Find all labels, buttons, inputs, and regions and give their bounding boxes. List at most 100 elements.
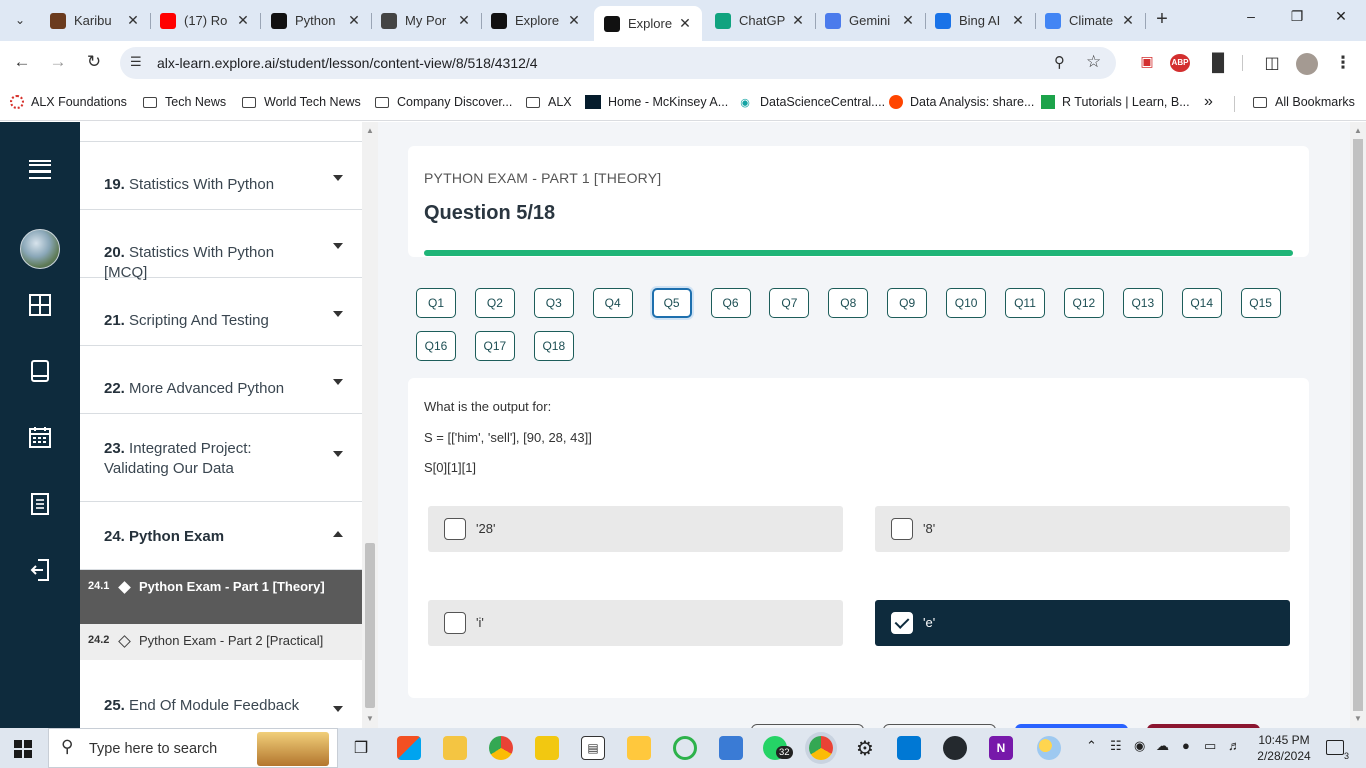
tab-close-icon[interactable]: ✕ (1119, 12, 1137, 29)
chevron-down-icon[interactable] (333, 379, 343, 385)
question-nav-q18[interactable]: Q18 (533, 331, 574, 361)
module-row-23[interactable]: 23. Integrated Project: Validating Our D… (80, 414, 362, 502)
chevron-down-icon[interactable] (333, 243, 343, 249)
tab-close-icon[interactable]: ✕ (565, 12, 583, 29)
answer-option-3[interactable]: 'i' (428, 600, 843, 646)
vscode-icon[interactable] (897, 736, 921, 760)
tab-close-icon[interactable]: ✕ (676, 15, 694, 32)
module-list-scrollbar[interactable]: ▲ ▼ (362, 122, 378, 728)
question-nav-q13[interactable]: Q13 (1122, 288, 1163, 318)
camera-icon[interactable]: ◉ (1134, 738, 1145, 754)
chevron-down-icon[interactable] (333, 451, 343, 457)
scroll-down-arrow-icon[interactable]: ▼ (366, 714, 374, 723)
microphone-icon[interactable]: ● (1182, 738, 1190, 753)
photos-app-icon[interactable] (719, 736, 743, 760)
bookmark-data-analysis-share[interactable]: Data Analysis: share... (889, 93, 1034, 111)
tray-chevron-up-icon[interactable]: ⌃ (1086, 738, 1097, 754)
adblock-extension-icon[interactable]: ABP (1170, 54, 1190, 72)
url-text[interactable]: alx-learn.explore.ai/student/lesson/cont… (157, 55, 538, 71)
question-nav-q9[interactable]: Q9 (887, 288, 928, 318)
reader-app-icon[interactable]: ▤ (581, 736, 605, 760)
question-nav-q17[interactable]: Q17 (474, 331, 515, 361)
bookmark-alx[interactable]: ALX (525, 93, 572, 111)
tab-python[interactable]: Python ✕ (261, 6, 372, 35)
user-avatar[interactable] (20, 229, 60, 269)
file-explorer-icon[interactable] (443, 736, 467, 760)
question-nav-q6[interactable]: Q6 (710, 288, 751, 318)
page-scroll-down-icon[interactable]: ▼ (1354, 714, 1362, 723)
restore-icon[interactable]: ❐ (1282, 8, 1312, 25)
page-scrollbar[interactable]: ▲ ▼ (1350, 122, 1366, 728)
checkbox-icon[interactable] (444, 518, 466, 540)
power-bi-icon[interactable] (535, 736, 559, 760)
minimize-icon[interactable]: – (1236, 8, 1266, 24)
question-nav-q14[interactable]: Q14 (1181, 288, 1222, 318)
tab-close-icon[interactable]: ✕ (899, 12, 917, 29)
network-icon[interactable]: ☷ (1110, 738, 1122, 754)
bookmark-tech-news[interactable]: Tech News (142, 93, 226, 111)
question-nav-q8[interactable]: Q8 (828, 288, 869, 318)
bookmark-home-mckinsey-a[interactable]: Home - McKinsey A... (585, 93, 728, 111)
forward-arrow-icon[interactable]: → (46, 52, 70, 74)
tab-gemini[interactable]: Gemini ✕ (815, 6, 926, 35)
microsoft-store-icon[interactable] (397, 736, 421, 760)
weather-icon[interactable] (1037, 736, 1061, 760)
bookmark-star-icon[interactable]: ☆ (1086, 52, 1101, 72)
question-nav-q1[interactable]: Q1 (416, 288, 456, 318)
chrome-icon[interactable] (489, 736, 513, 760)
question-nav-q4[interactable]: Q4 (592, 288, 633, 318)
chevron-down-icon[interactable] (333, 706, 343, 712)
onedrive-cloud-icon[interactable]: ☁ (1156, 738, 1169, 754)
lesson-row-24-1[interactable]: 24.1 Python Exam - Part 1 [Theory] (80, 570, 362, 624)
tab-chatgp[interactable]: ChatGP ✕ (705, 6, 816, 35)
module-row-20[interactable]: 20. Statistics With Python [MCQ] (80, 210, 362, 281)
volume-icon[interactable]: ♬ (1228, 738, 1241, 753)
new-tab-plus-icon[interactable]: + (1150, 8, 1174, 31)
page-scroll-up-icon[interactable]: ▲ (1354, 126, 1362, 135)
answer-option-2[interactable]: '8' (875, 506, 1290, 552)
module-row-25[interactable]: 25. End Of Module Feedback (80, 682, 362, 728)
tab-climate[interactable]: Climate ✕ (1035, 6, 1146, 35)
all-bookmarks-folder[interactable]: All Bookmarks (1252, 93, 1355, 111)
task-view-icon[interactable]: ❒ (349, 736, 373, 760)
bookmark-r-tutorials-learn-b[interactable]: R Tutorials | Learn, B... (1041, 93, 1190, 111)
tab-bing-ai[interactable]: Bing AI ✕ (925, 6, 1036, 35)
checkbox-icon[interactable] (891, 518, 913, 540)
bookmark-company-discover[interactable]: Company Discover... (374, 93, 512, 111)
github-desktop-icon[interactable] (943, 736, 967, 760)
hamburger-menu-icon[interactable] (25, 146, 55, 180)
dashboard-grid-icon[interactable] (25, 290, 55, 320)
scrollbar-thumb[interactable] (365, 543, 375, 708)
sync-app-icon[interactable] (673, 736, 697, 760)
bookmark-datasciencecentral[interactable]: ◉ DataScienceCentral.... (737, 93, 885, 111)
tab-close-icon[interactable]: ✕ (345, 12, 363, 29)
notifications-icon[interactable]: 3 (1326, 740, 1349, 761)
scroll-up-arrow-icon[interactable]: ▲ (366, 126, 374, 135)
files-app-icon[interactable] (627, 736, 651, 760)
record-extension-icon[interactable]: ▣ (1136, 53, 1158, 73)
tab-17-ro[interactable]: (17) Ro ✕ (150, 6, 261, 35)
bookmark-alx-foundations[interactable]: ALX Foundations (10, 93, 127, 111)
side-panel-icon[interactable]: ◫ (1261, 53, 1283, 73)
tab-close-icon[interactable]: ✕ (1009, 12, 1027, 29)
bookmarks-overflow-chevron-icon[interactable]: » (1204, 93, 1213, 111)
tab-explore[interactable]: Explore ✕ (594, 6, 702, 41)
tab-karibu[interactable]: Karibu ✕ (40, 6, 151, 35)
tab-search-chevron-icon[interactable]: ⌄ (6, 6, 34, 34)
chevron-up-icon[interactable] (333, 531, 343, 537)
tab-my-por[interactable]: My Por ✕ (371, 6, 482, 35)
taskbar-clock[interactable]: 10:45 PM 2/28/2024 (1254, 732, 1314, 764)
logout-icon[interactable] (25, 555, 55, 585)
back-arrow-icon[interactable]: ← (10, 52, 34, 74)
question-nav-q11[interactable]: Q11 (1005, 288, 1045, 318)
extensions-puzzle-icon[interactable]: █ (1207, 53, 1229, 73)
book-icon[interactable] (25, 356, 55, 386)
onenote-icon[interactable]: N (989, 736, 1013, 760)
windows-start-icon[interactable] (14, 740, 32, 758)
chrome-active-icon[interactable] (809, 736, 833, 760)
question-nav-q2[interactable]: Q2 (474, 288, 515, 318)
taskbar-search-box[interactable]: ⚲ Type here to search (48, 728, 338, 768)
lesson-row-24-2[interactable]: 24.2 Python Exam - Part 2 [Practical] (80, 624, 362, 660)
settings-gear-icon[interactable]: ⚙ (853, 736, 877, 760)
tab-close-icon[interactable]: ✕ (455, 12, 473, 29)
